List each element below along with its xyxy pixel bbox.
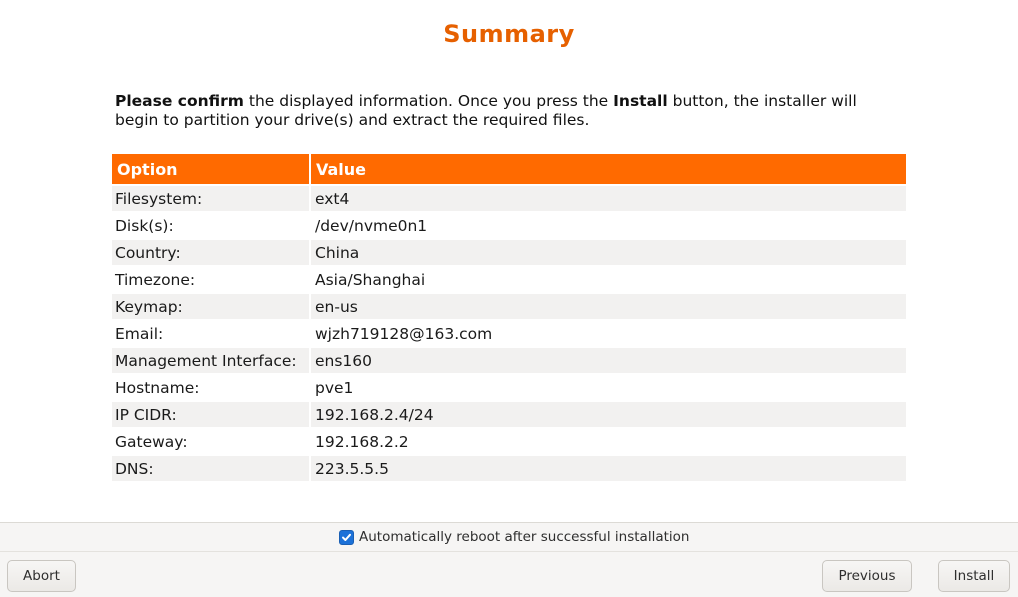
value-cell: wjzh719128@163.com — [311, 319, 906, 346]
option-cell: Email: — [112, 319, 309, 346]
table-row: Timezone: Asia/Shanghai — [112, 265, 906, 292]
intro-text-part1: the displayed information. Once you pres… — [243, 92, 614, 110]
column-header-option: Option — [112, 154, 309, 184]
table-row: IP CIDR: 192.168.2.4/24 — [112, 400, 906, 427]
column-header-value: Value — [311, 154, 906, 184]
previous-button[interactable]: Previous — [822, 560, 912, 592]
intro-text: Please confirm the displayed information… — [115, 92, 905, 130]
summary-page: Summary Please confirm the displayed inf… — [0, 0, 1018, 522]
value-cell: 192.168.2.2 — [311, 427, 906, 454]
abort-button[interactable]: Abort — [7, 560, 76, 592]
option-cell: IP CIDR: — [112, 400, 309, 427]
value-cell: Asia/Shanghai — [311, 265, 906, 292]
value-cell: 223.5.5.5 — [311, 454, 906, 481]
auto-reboot-option[interactable]: Automatically reboot after successful in… — [339, 529, 689, 545]
value-cell: 192.168.2.4/24 — [311, 400, 906, 427]
option-cell: DNS: — [112, 454, 309, 481]
install-button[interactable]: Install — [938, 560, 1010, 592]
auto-reboot-checkbox[interactable] — [339, 529, 354, 545]
table-row: Keymap: en-us — [112, 292, 906, 319]
page-title: Summary — [443, 20, 575, 48]
intro-bold-confirm: Please confirm — [115, 92, 244, 110]
option-cell: Hostname: — [112, 373, 309, 400]
footer-divider — [0, 551, 1018, 552]
table-row: Filesystem: ext4 — [112, 184, 906, 211]
auto-reboot-label[interactable]: Automatically reboot after successful in… — [359, 529, 689, 545]
table-row: Email: wjzh719128@163.com — [112, 319, 906, 346]
summary-table: Option Value Filesystem: ext4 Disk(s): /… — [110, 154, 908, 481]
value-cell: /dev/nvme0n1 — [311, 211, 906, 238]
value-cell: ens160 — [311, 346, 906, 373]
table-header-row: Option Value — [112, 154, 906, 184]
option-cell: Country: — [112, 238, 309, 265]
option-cell: Timezone: — [112, 265, 309, 292]
option-cell: Keymap: — [112, 292, 309, 319]
table-row: Gateway: 192.168.2.2 — [112, 427, 906, 454]
table-row: Disk(s): /dev/nvme0n1 — [112, 211, 906, 238]
footer-bar: Automatically reboot after successful in… — [0, 522, 1018, 597]
table-row: Country: China — [112, 238, 906, 265]
option-cell: Management Interface: — [112, 346, 309, 373]
value-cell: ext4 — [311, 184, 906, 211]
value-cell: China — [311, 238, 906, 265]
table-row: Hostname: pve1 — [112, 373, 906, 400]
value-cell: pve1 — [311, 373, 906, 400]
value-cell: en-us — [311, 292, 906, 319]
option-cell: Disk(s): — [112, 211, 309, 238]
intro-bold-install: Install — [613, 92, 668, 110]
table-row: Management Interface: ens160 — [112, 346, 906, 373]
checkmark-icon — [342, 533, 351, 541]
table-row: DNS: 223.5.5.5 — [112, 454, 906, 481]
option-cell: Filesystem: — [112, 184, 309, 211]
option-cell: Gateway: — [112, 427, 309, 454]
